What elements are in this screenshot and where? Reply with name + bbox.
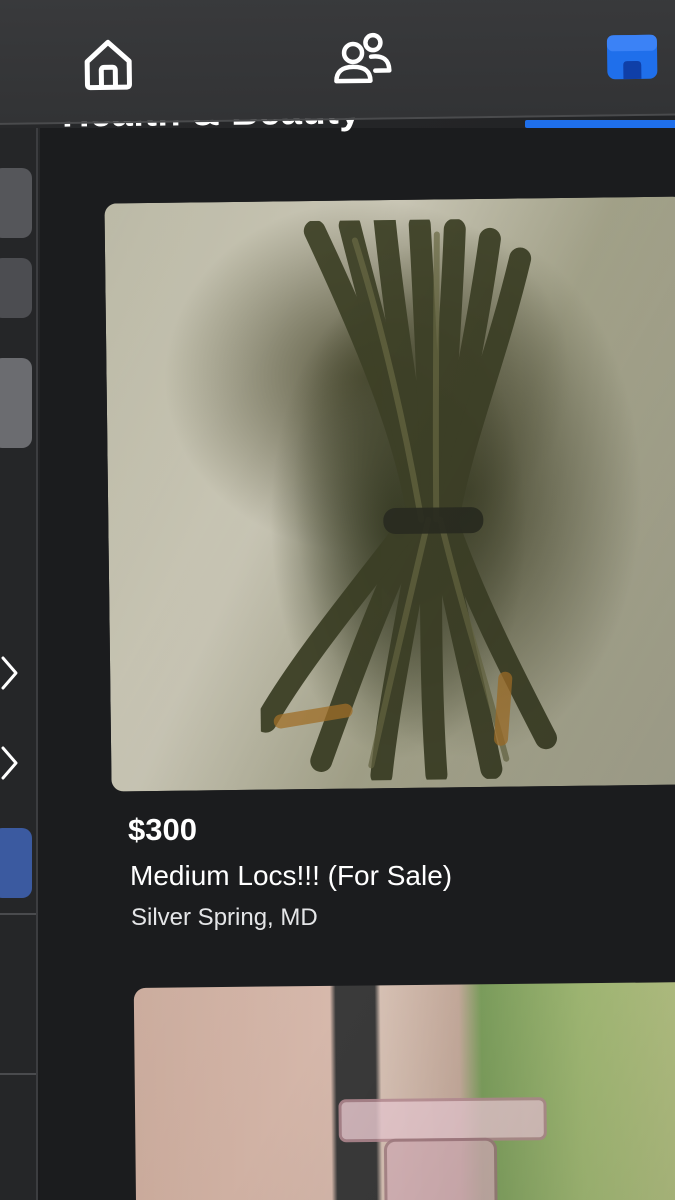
listing-photo[interactable] — [104, 196, 675, 792]
sidebar-divider — [0, 1073, 36, 1075]
home-icon — [84, 39, 132, 91]
chevron-right-icon[interactable] — [0, 653, 22, 693]
locs-bundle-image — [254, 218, 557, 782]
chevron-right-icon[interactable] — [0, 743, 22, 783]
left-sidebar — [0, 128, 38, 1200]
marketplace-store-icon — [606, 34, 658, 80]
friends-icon — [334, 32, 392, 84]
top-nav-bar — [0, 0, 675, 125]
sidebar-item[interactable] — [0, 258, 32, 318]
sidebar-divider — [0, 913, 36, 915]
active-tab-indicator — [525, 120, 675, 128]
tab-marketplace[interactable] — [597, 21, 668, 92]
tab-friends[interactable] — [327, 24, 398, 95]
sidebar-item[interactable] — [0, 168, 32, 238]
listing-price[interactable]: $300 — [128, 812, 197, 848]
tab-home[interactable] — [73, 28, 144, 99]
listing-title[interactable]: Medium Locs!!! (For Sale) — [130, 860, 452, 892]
sidebar-item[interactable] — [0, 358, 32, 448]
sidebar-item-selected[interactable] — [0, 828, 32, 898]
listing-location: Silver Spring, MD — [131, 904, 318, 931]
marketplace-screen: Health & Beauty — [0, 0, 675, 1200]
listing-photo[interactable] — [133, 982, 675, 1200]
candle-holder-image — [338, 1097, 547, 1200]
